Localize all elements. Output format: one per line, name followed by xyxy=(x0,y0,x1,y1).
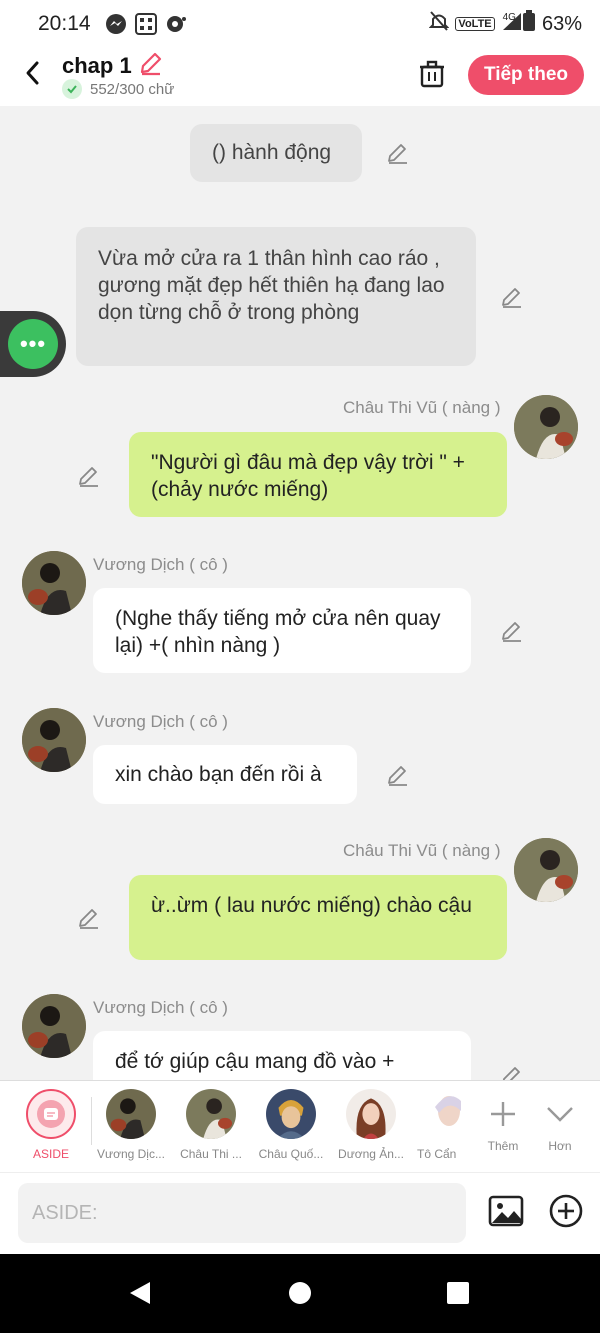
avatar xyxy=(186,1089,236,1139)
edit-icon[interactable] xyxy=(500,1064,524,1080)
messenger-icon xyxy=(105,13,127,35)
message-bubble[interactable]: xin chào bạn đến rồi à xyxy=(93,745,357,804)
message-bubble[interactable]: ừ..ừm ( lau nước miếng) chào cậu xyxy=(129,875,507,960)
avatar[interactable] xyxy=(22,708,86,772)
header: chap 1 552/300 chữ Tiếp theo xyxy=(0,48,600,106)
app-notification-icon xyxy=(165,13,187,35)
avatar xyxy=(106,1089,156,1139)
edit-icon[interactable] xyxy=(500,619,524,643)
edit-icon[interactable] xyxy=(77,906,101,930)
character-label: Tô Cẩn xyxy=(417,1147,457,1161)
character-vuong-dich[interactable]: Vương Dịc... xyxy=(91,1089,171,1161)
plus-icon xyxy=(491,1102,515,1126)
character-label: Châu Quố... xyxy=(258,1147,324,1161)
avatar xyxy=(427,1089,461,1139)
floating-menu-button[interactable]: ••• xyxy=(0,311,66,377)
plus-circle-icon xyxy=(549,1194,583,1228)
avatar xyxy=(346,1089,396,1139)
speaker-name: Vương Dịch ( cô ) xyxy=(93,998,228,1017)
calculator-icon xyxy=(134,13,157,35)
chat-area[interactable]: () hành động Vừa mở cửa ra 1 thân hình c… xyxy=(0,106,600,1080)
delete-button[interactable] xyxy=(416,58,448,90)
avatar xyxy=(266,1089,316,1139)
chevron-down-icon xyxy=(547,1107,573,1122)
status-bar: 20:14 VoLTE 4G 63% xyxy=(0,0,600,48)
mute-icon xyxy=(429,10,450,38)
nav-home-icon[interactable] xyxy=(289,1282,311,1304)
pencil-icon xyxy=(140,52,161,76)
back-button[interactable] xyxy=(18,58,48,88)
nav-recents-icon[interactable] xyxy=(447,1282,469,1304)
speaker-name: Châu Thi Vũ ( nàng ) xyxy=(343,841,501,860)
signal-icon xyxy=(501,11,523,37)
character-to-can[interactable]: Tô Cẩn xyxy=(397,1089,461,1161)
message-bubble[interactable]: "Người gì đâu mà đẹp vậy trời " + (chảy … xyxy=(129,432,507,517)
chapter-title: chap 1 xyxy=(62,52,132,78)
message-bubble[interactable]: (Nghe thấy tiếng mở cửa nên quay lại) +(… xyxy=(93,588,471,673)
character-bar: ASIDE Vương Dịc... Châu Thi ... Châu Quố… xyxy=(0,1080,600,1172)
aside-icon xyxy=(26,1089,76,1139)
edit-icon[interactable] xyxy=(500,285,524,309)
more-dots-icon: ••• xyxy=(8,319,58,369)
volte-badge: VoLTE xyxy=(455,17,495,31)
character-label: ASIDE xyxy=(32,1147,69,1161)
edit-icon[interactable] xyxy=(386,141,410,165)
character-label: Châu Thi ... xyxy=(180,1147,242,1161)
character-aside[interactable]: ASIDE xyxy=(11,1089,91,1161)
input-bar xyxy=(0,1172,600,1254)
status-time: 20:14 xyxy=(38,12,91,35)
speaker-name: Châu Thi Vũ ( nàng ) xyxy=(343,398,501,417)
speaker-name: Vương Dịch ( cô ) xyxy=(93,555,228,574)
trash-icon xyxy=(420,60,444,88)
next-button[interactable]: Tiếp theo xyxy=(468,55,584,95)
system-nav-bar xyxy=(0,1254,600,1333)
word-count: 552/300 chữ xyxy=(90,80,175,98)
insert-image-button[interactable] xyxy=(488,1193,524,1229)
more-button[interactable]: Hơn xyxy=(520,1089,600,1153)
character-label: Vương Dịc... xyxy=(97,1147,165,1161)
add-button[interactable] xyxy=(548,1193,584,1229)
edit-icon[interactable] xyxy=(386,763,410,787)
speaker-name: Vương Dịch ( cô ) xyxy=(93,712,228,731)
avatar[interactable] xyxy=(514,395,578,459)
message-bubble[interactable]: để tớ giúp cậu mang đồ vào + xyxy=(93,1031,471,1080)
character-chau-quoc[interactable]: Châu Quố... xyxy=(251,1089,331,1161)
message-input[interactable] xyxy=(18,1183,466,1243)
avatar[interactable] xyxy=(22,994,86,1058)
battery-percent: 63% xyxy=(541,12,582,35)
back-arrow-icon xyxy=(26,61,39,85)
more-label: Hơn xyxy=(548,1139,572,1153)
action-bubble[interactable]: () hành động xyxy=(190,124,362,182)
check-icon xyxy=(62,79,82,99)
narration-bubble[interactable]: Vừa mở cửa ra 1 thân hình cao ráo , gươn… xyxy=(76,227,476,366)
image-icon xyxy=(488,1195,524,1227)
battery-icon xyxy=(522,10,536,38)
edit-icon[interactable] xyxy=(77,464,101,488)
status-right-group: VoLTE 4G 63% xyxy=(429,10,582,38)
avatar[interactable] xyxy=(514,838,578,902)
character-chau-thi-vu[interactable]: Châu Thi ... xyxy=(171,1089,251,1161)
nav-back-icon[interactable] xyxy=(128,1280,152,1306)
avatar[interactable] xyxy=(22,551,86,615)
edit-title-button[interactable] xyxy=(138,50,164,81)
